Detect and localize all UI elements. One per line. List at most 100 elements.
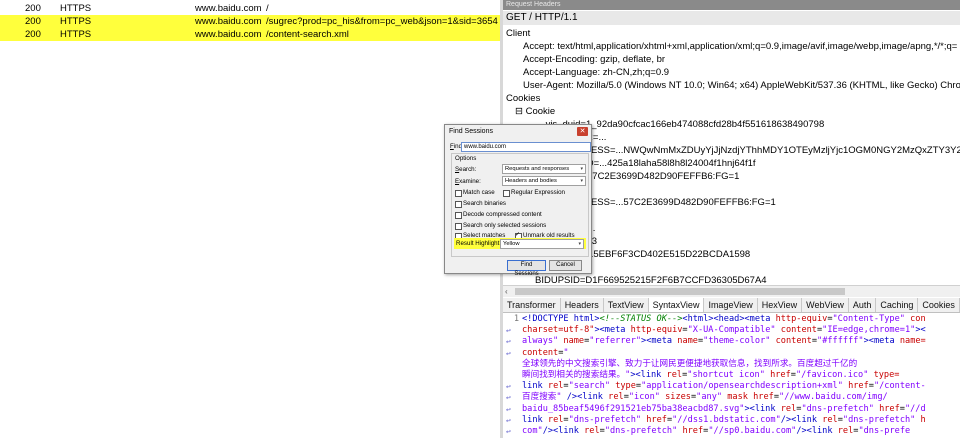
- wrap-icon: ↩: [506, 427, 511, 436]
- request-line: GET / HTTP/1.1: [503, 11, 960, 25]
- dialog-title: Find Sessions: [449, 128, 493, 135]
- code-line: ↩ always" name="referrer"><meta name="the…: [503, 336, 960, 347]
- url-cell: /: [266, 3, 269, 14]
- line-number: 1: [513, 314, 519, 324]
- code-text: charset=utf-8"><meta http-equiv="X-UA-Co…: [522, 325, 926, 336]
- header-group[interactable]: Cookies: [506, 92, 540, 106]
- result-cell: 200: [25, 16, 41, 27]
- code-line: ↩ com"/><link rel="dns-prefetch" href="//…: [503, 426, 960, 437]
- tab-cookies[interactable]: Cookies: [918, 298, 960, 312]
- tab-textview[interactable]: TextView: [604, 298, 649, 312]
- header-line[interactable]: Accept-Encoding: gzip, deflate, br: [523, 53, 665, 67]
- close-icon[interactable]: ✕: [577, 127, 588, 136]
- match-case-checkbox[interactable]: [455, 190, 462, 197]
- find-input[interactable]: www.baidu.com: [461, 142, 591, 152]
- code-text: link rel="search" type="application/open…: [522, 381, 926, 392]
- code-text: link rel="dns-prefetch" href="//dss1.bds…: [522, 414, 926, 425]
- session-row[interactable]: 200 HTTPS www.baidu.com /: [0, 2, 500, 15]
- code-text: content=": [522, 347, 569, 358]
- header-line[interactable]: Accept-Language: zh-CN,zh;q=0.9: [523, 66, 669, 80]
- host-cell: www.baidu.com: [195, 16, 262, 27]
- code-line: ↩ baidu_85beaf5496f291521eb75ba38eacbd87.…: [503, 404, 960, 415]
- header-line[interactable]: Accept: text/html,application/xhtml+xml,…: [523, 40, 957, 54]
- header-group[interactable]: Client: [506, 27, 530, 41]
- header-line[interactable]: BAIDUID_BFESS=...NWQwNmMxZDUyYjJjNzdjYTh…: [535, 144, 960, 158]
- tab-auth[interactable]: Auth: [849, 298, 877, 312]
- tab-headers[interactable]: Headers: [561, 298, 604, 312]
- cancel-button[interactable]: Cancel: [549, 260, 582, 271]
- code-text: always" name="referrer"><meta name="them…: [522, 336, 926, 347]
- search-binaries-checkbox[interactable]: [455, 201, 462, 208]
- code-line: ↩ link rel="dns-prefetch" href="//dss1.bd…: [503, 415, 960, 426]
- match-case-label: Match case: [463, 189, 495, 196]
- chevron-down-icon: ▾: [578, 241, 581, 247]
- protocol-cell: HTTPS: [60, 3, 92, 14]
- host-cell: www.baidu.com: [195, 29, 262, 40]
- horizontal-scrollbar[interactable]: ‹: [503, 285, 960, 297]
- header-line[interactable]: BIDUPSID=D1F669525215F2F6B7CCFD36305D67A…: [535, 274, 767, 285]
- tab-caching[interactable]: Caching: [876, 298, 919, 312]
- tab-webview[interactable]: WebView: [802, 298, 849, 312]
- search-binaries-label: Search binaries: [463, 200, 506, 207]
- only-selected-checkbox[interactable]: [455, 223, 462, 230]
- session-row[interactable]: 200 HTTPS www.baidu.com/content-search.xml: [0, 28, 500, 41]
- code-line: ↩ content=": [503, 348, 960, 359]
- chevron-down-icon: ▾: [580, 166, 583, 172]
- result-cell: 200: [25, 29, 41, 40]
- regex-checkbox[interactable]: [503, 190, 510, 197]
- header-line[interactable]: User-Agent: Mozilla/5.0 (Windows NT 10.0…: [523, 79, 960, 93]
- tab-imageview[interactable]: ImageView: [704, 298, 758, 312]
- code-line: ↩ charset=utf-8"><meta http-equiv="X-UA-C…: [503, 325, 960, 336]
- tab-transformer[interactable]: Transformer: [503, 298, 561, 312]
- code-text: com"/><link rel="dns-prefetch" href="//s…: [522, 426, 911, 436]
- wrap-icon: ↩: [506, 404, 511, 414]
- syntax-view[interactable]: 1 <!DOCTYPE html><!--STATUS OK--><html><h…: [503, 313, 960, 438]
- chevron-down-icon: ▾: [580, 178, 583, 184]
- wrap-icon: ↩: [506, 393, 511, 403]
- find-sessions-dialog: Find Sessions ✕ Find: www.baidu.com Opti…: [444, 124, 592, 277]
- code-text: 全球领先的中文搜索引擎、致力于让网民更便捷地获取信息，找到所求。百度超过千亿的: [522, 358, 858, 369]
- options-group: Options Search: Requests and responses ▾ …: [451, 153, 589, 257]
- header-line[interactable]: ⊟ Cookie: [515, 105, 555, 119]
- options-label: Options: [455, 155, 477, 162]
- session-list[interactable]: 200 HTTPS www.baidu.com / 200 HTTPS www.baidu.…: [0, 0, 500, 438]
- result-highlight-select[interactable]: Yellow ▾: [500, 239, 584, 249]
- wrap-icon: ↩: [506, 337, 511, 347]
- code-line: 瞬间找到相关的搜索结果。"><link rel="shortcut icon" …: [503, 370, 960, 381]
- regex-label: Regular Expression: [511, 189, 565, 196]
- response-tabs: Transformer Headers TextView SyntaxView Imag…: [503, 298, 960, 313]
- tab-syntaxview[interactable]: SyntaxView: [648, 298, 705, 312]
- url-cell: /content-search.xml: [266, 29, 349, 40]
- result-highlight-row: Result Highlight: Yellow ▾: [454, 238, 586, 249]
- decode-checkbox[interactable]: [455, 212, 462, 219]
- url-cell: /sugrec?prod=pc_his&from=pc_web&json=1&s…: [266, 16, 498, 27]
- host-cell: www.baidu.com: [195, 3, 262, 14]
- code-line: 1 <!DOCTYPE html><!--STATUS OK--><html><h…: [503, 314, 960, 325]
- examine-label: Examine:: [455, 178, 481, 185]
- scrollbar-thumb[interactable]: [515, 288, 845, 295]
- search-label: Search:: [455, 166, 477, 173]
- code-text: baidu_85beaf5496f291521eb75ba38eacbd87.s…: [522, 403, 926, 414]
- session-row[interactable]: 200 HTTPS www.baidu.com/sugrec?prod=pc_his…: [0, 15, 500, 28]
- wrap-icon: ↩: [506, 348, 511, 358]
- protocol-cell: HTTPS: [60, 16, 92, 27]
- wrap-icon: ↩: [506, 382, 511, 392]
- find-sessions-button[interactable]: Find Sessions: [507, 260, 546, 277]
- code-text: 瞬间找到相关的搜索结果。"><link rel="shortcut icon" …: [522, 370, 900, 380]
- code-line: 全球领先的中文搜索引擎、致力于让网民更便捷地获取信息，找到所求。百度超过千亿的: [503, 359, 960, 370]
- code-line: ↩ 百度搜索" /><link rel="icon" sizes="any" ma…: [503, 392, 960, 403]
- tab-hexview[interactable]: HexView: [758, 298, 803, 312]
- wrap-icon: ↩: [506, 326, 511, 336]
- code-text: <!DOCTYPE html><!--STATUS OK--><html><he…: [522, 314, 926, 324]
- search-select[interactable]: Requests and responses ▾: [502, 164, 586, 174]
- code-text: 百度搜索" /><link rel="icon" sizes="any" mas…: [522, 392, 888, 403]
- decode-label: Decode compressed content: [463, 211, 542, 218]
- code-line: ↩ link rel="search" type="application/ope…: [503, 381, 960, 392]
- result-highlight-label: Result Highlight:: [456, 240, 502, 247]
- only-selected-label: Search only selected sessions: [463, 222, 547, 229]
- result-cell: 200: [25, 3, 41, 14]
- protocol-cell: HTTPS: [60, 29, 92, 40]
- examine-select[interactable]: Headers and bodies ▾: [502, 176, 586, 186]
- wrap-icon: ↩: [506, 415, 511, 425]
- scroll-left-icon[interactable]: ‹: [505, 286, 508, 297]
